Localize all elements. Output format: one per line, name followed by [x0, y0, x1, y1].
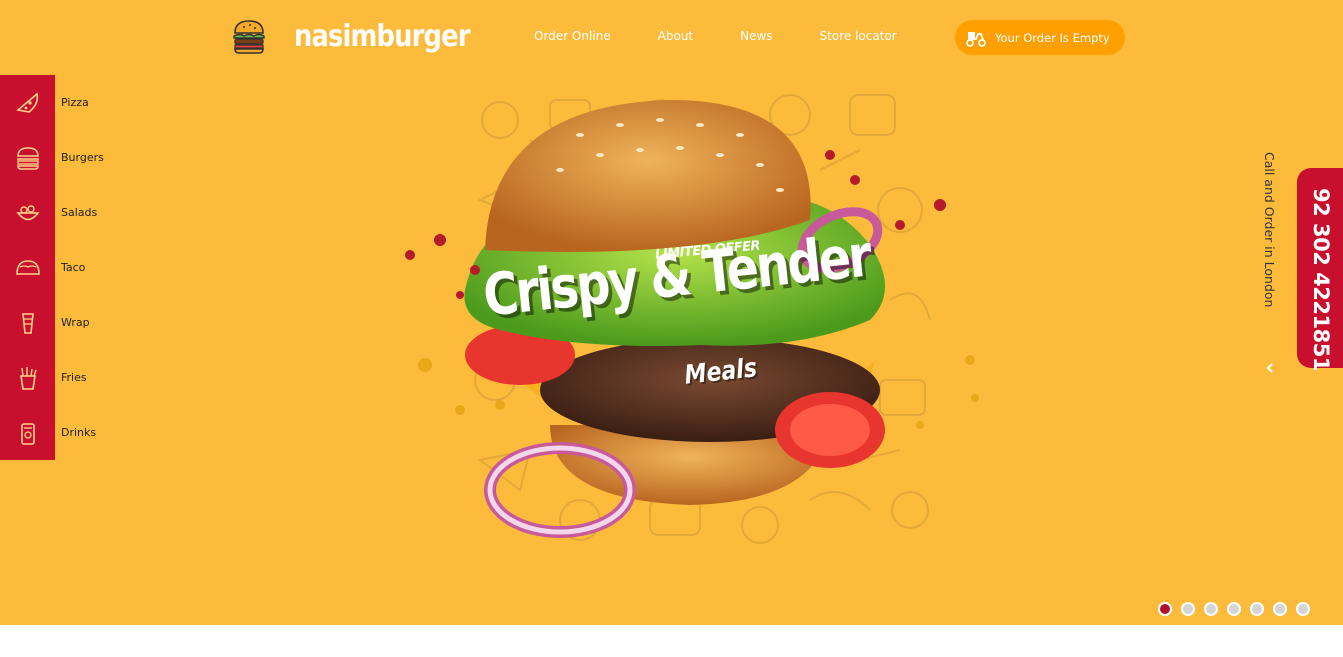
burger-icon [16, 146, 39, 170]
cart-button[interactable]: Your Order Is Empty [955, 20, 1125, 55]
slider-dot[interactable] [1296, 602, 1310, 616]
nav-order-online[interactable]: Order Online [534, 29, 611, 43]
category-label: Drinks [61, 426, 97, 439]
chevron-left-icon[interactable] [1264, 361, 1276, 375]
taco-icon [15, 259, 40, 275]
category-label: Taco [61, 261, 86, 274]
category-taco[interactable]: Taco [0, 240, 120, 295]
fries-icon [19, 366, 37, 390]
slider-dot[interactable] [1273, 602, 1287, 616]
burger-icon [233, 20, 265, 54]
page-bottom [0, 625, 1343, 657]
nav-about[interactable]: About [658, 29, 693, 43]
category-label: Pizza [61, 96, 89, 109]
cart-label: Your Order Is Empty [995, 30, 1110, 45]
category-label: Burgers [61, 151, 104, 164]
category-label: Wrap [61, 316, 90, 329]
phone-number: 92 302 4221851 [1309, 188, 1333, 371]
category-label: Fries [61, 371, 87, 384]
drink-icon [20, 422, 35, 445]
pizza-icon [15, 92, 38, 113]
slider-dot[interactable] [1250, 602, 1264, 616]
nav-news[interactable]: News [740, 29, 772, 43]
category-drinks[interactable]: Drinks [0, 405, 120, 460]
slider-dot[interactable] [1227, 602, 1241, 616]
call-to-order: Call and Order in London [1262, 152, 1284, 332]
category-salads[interactable]: Salads [0, 185, 120, 240]
page: nasimburger Order Online About News Stor… [0, 0, 1343, 657]
slider-dot[interactable] [1158, 602, 1172, 616]
category-pizza[interactable]: Pizza [0, 75, 120, 130]
hero-section: nasimburger Order Online About News Stor… [0, 0, 1343, 625]
brand-name: nasimburger [294, 18, 471, 54]
category-wrap[interactable]: Wrap [0, 295, 120, 350]
main-nav: Order Online About News Store locator [534, 29, 944, 43]
call-text: Call and Order in London [1262, 152, 1277, 308]
slider-pagination [1158, 602, 1319, 616]
scooter-icon [966, 31, 986, 47]
category-fries[interactable]: Fries [0, 350, 120, 405]
salad-icon [15, 204, 40, 220]
category-label: Salads [61, 206, 98, 219]
phone-tab[interactable]: 92 302 4221851 [1297, 168, 1343, 371]
slider-dot[interactable] [1181, 602, 1195, 616]
nav-store-locator[interactable]: Store locator [820, 29, 897, 43]
slider-dot[interactable] [1204, 602, 1218, 616]
logo[interactable]: nasimburger [232, 18, 498, 54]
wrap-icon [21, 312, 34, 334]
category-burgers[interactable]: Burgers [0, 130, 120, 185]
